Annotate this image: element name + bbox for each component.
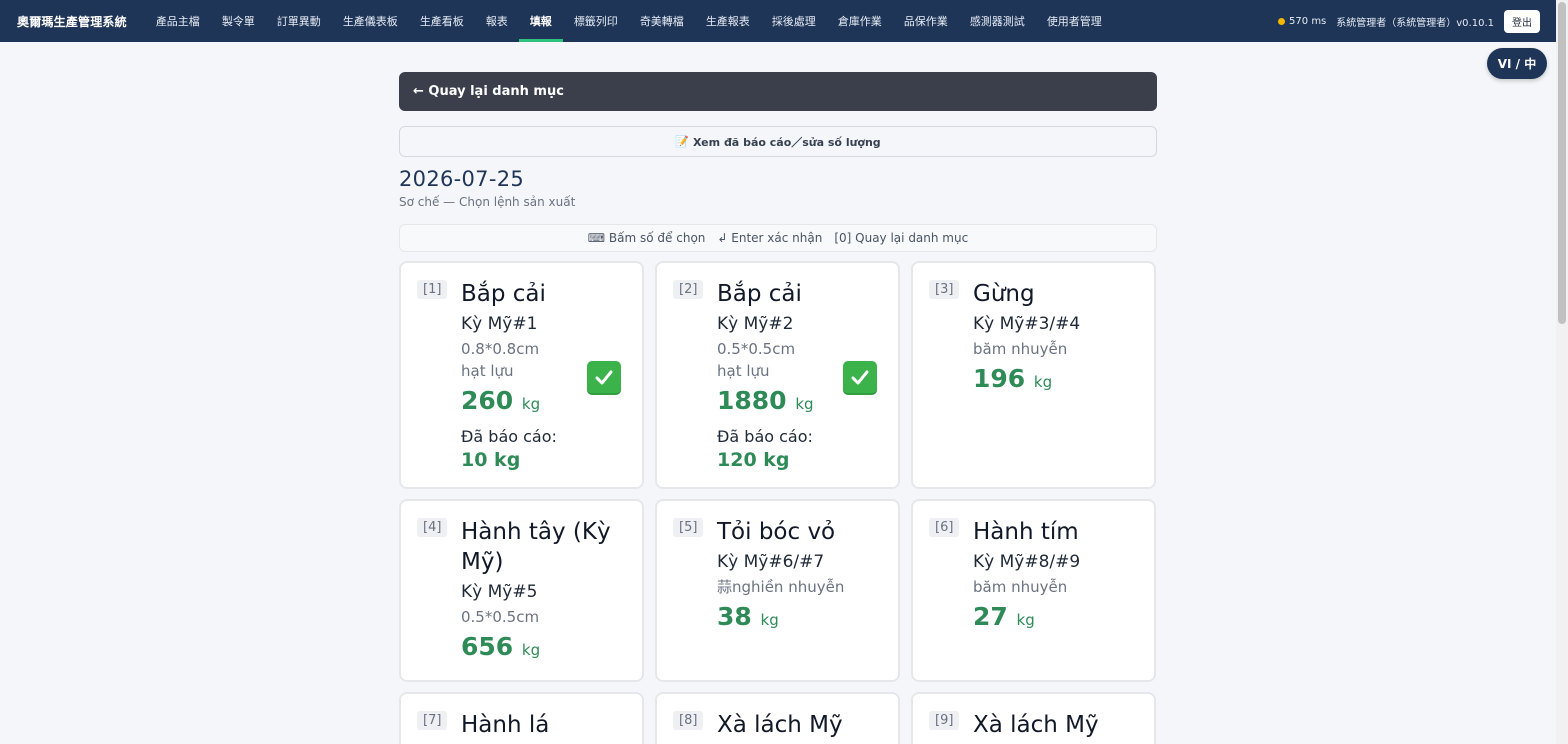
work-order-card[interactable]: [1] Bắp cải Kỳ Mỹ#1 0.8*0.8cm hạt lựu 26… — [399, 261, 644, 489]
hint-back-to-menu: [0] Quay lại danh mục — [834, 231, 969, 245]
card-code: Kỳ Mỹ#1 — [461, 314, 538, 334]
status-dot-icon — [1278, 17, 1286, 25]
card-spec: băm nhuyễn — [973, 578, 1068, 596]
page-scrollbar[interactable] — [1556, 0, 1568, 744]
card-quantity: 656 kg — [461, 632, 541, 661]
card-number: [3] — [929, 280, 960, 299]
card-title: Bắp cải — [717, 281, 802, 307]
main-content: ← Quay lại danh mục 📝 Xem đã báo cáo／sửa… — [399, 72, 1157, 744]
card-reported-label: Đã báo cáo: — [717, 427, 813, 446]
keyboard-hint-bar: ⌨ Bấm số để chọn ↲ Enter xác nhận [0] Qu… — [399, 224, 1157, 252]
card-reported-value: 10 kg — [461, 449, 521, 471]
nav-item-warehouse[interactable]: 倉庫作業 — [827, 0, 893, 42]
card-title: Hành tím — [973, 519, 1079, 545]
card-title: Bắp cải — [461, 281, 546, 307]
memo-icon: 📝 — [675, 135, 689, 148]
card-spec: 蒜nghiền nhuyễn — [717, 578, 845, 596]
nav-item-chimei-convert[interactable]: 奇美轉檔 — [629, 0, 695, 42]
nav-item-work-orders[interactable]: 製令單 — [211, 0, 266, 42]
card-spec: 0.5*0.5cm — [461, 608, 540, 626]
nav-item-product-master[interactable]: 產品主檔 — [145, 0, 211, 42]
top-nav: 奧爾瑪生產管理系統 產品主檔 製令單 訂單異動 生產儀表板 生產看板 報表 填報… — [0, 0, 1556, 42]
nav-menu: 產品主檔 製令單 訂單異動 生產儀表板 生產看板 報表 填報 標籤列印 奇美轉檔… — [145, 0, 1113, 42]
card-code: Kỳ Mỹ#5 — [461, 582, 538, 602]
nav-item-user-admin[interactable]: 使用者管理 — [1036, 0, 1113, 42]
nav-item-label-print[interactable]: 標籤列印 — [563, 0, 629, 42]
nav-item-sensor-test[interactable]: 感測器測試 — [959, 0, 1036, 42]
view-reported-label: Xem đã báo cáo／sửa số lượng — [693, 135, 881, 149]
card-number: [4] — [417, 518, 448, 537]
work-order-card[interactable]: [5] Tỏi bóc vỏ Kỳ Mỹ#6/#7 蒜nghiền nhuyễn… — [655, 499, 900, 682]
card-number: [7] — [417, 711, 448, 730]
card-spec: 0.5*0.5cm hạt lựu — [717, 340, 796, 380]
latency-indicator: 570 ms — [1278, 16, 1326, 27]
card-quantity: 38 kg — [717, 602, 779, 631]
card-quantity: 196 kg — [973, 364, 1053, 393]
work-order-card[interactable]: [7] Hành lá — [399, 692, 644, 744]
work-order-card[interactable]: [4] Hành tây (Kỳ Mỹ) Kỳ Mỹ#5 0.5*0.5cm 6… — [399, 499, 644, 682]
language-toggle-button[interactable]: VI / 中 — [1487, 48, 1547, 79]
card-title: Hành tây (Kỳ Mỹ) — [461, 519, 611, 575]
current-user: 系統管理者（系統管理者）v0.10.1 — [1336, 17, 1494, 29]
check-mark-icon — [843, 361, 877, 395]
card-title: Xà lách Mỹ — [973, 712, 1099, 738]
card-title: Xà lách Mỹ — [717, 712, 843, 738]
card-reported-label: Đã báo cáo: — [461, 427, 557, 446]
card-quantity: 27 kg — [973, 602, 1035, 631]
latency-value: 570 ms — [1289, 15, 1327, 27]
nav-item-quality[interactable]: 品保作業 — [893, 0, 959, 42]
nav-item-post-harvest[interactable]: 採後處理 — [761, 0, 827, 42]
card-title: Hành lá — [461, 712, 550, 738]
nav-item-fill-report[interactable]: 填報 — [518, 0, 563, 42]
nav-status: 570 ms 系統管理者（系統管理者）v0.10.1 登出 — [1278, 9, 1540, 33]
card-code: Kỳ Mỹ#2 — [717, 314, 794, 334]
card-number: [8] — [673, 711, 704, 730]
card-title: Tỏi bóc vỏ — [717, 519, 836, 545]
work-order-card[interactable]: [6] Hành tím Kỳ Mỹ#8/#9 băm nhuyễn 27 kg — [911, 499, 1156, 682]
card-number: [6] — [929, 518, 960, 537]
card-code: Kỳ Mỹ#8/#9 — [973, 552, 1081, 572]
card-title: Gừng — [973, 281, 1035, 307]
card-quantity: 1880 kg — [717, 386, 814, 415]
work-order-card[interactable]: [2] Bắp cải Kỳ Mỹ#2 0.5*0.5cm hạt lựu 18… — [655, 261, 900, 489]
view-reported-button[interactable]: 📝 Xem đã báo cáo／sửa số lượng — [399, 126, 1157, 157]
nav-item-reports[interactable]: 報表 — [475, 0, 519, 42]
page-subtitle: Sơ chế — Chọn lệnh sản xuất — [399, 195, 576, 209]
nav-item-production-board[interactable]: 生產看板 — [409, 0, 475, 42]
check-mark-icon — [587, 361, 621, 395]
page-date: 2026-07-25 — [399, 167, 525, 191]
app-brand[interactable]: 奧爾瑪生產管理系統 — [17, 13, 127, 30]
hint-enter-confirm: ↲ Enter xác nhận — [717, 231, 823, 245]
card-reported-value: 120 kg — [717, 449, 790, 471]
nav-item-order-changes[interactable]: 訂單異動 — [266, 0, 332, 42]
card-quantity: 260 kg — [461, 386, 541, 415]
card-spec: 0.8*0.8cm hạt lựu — [461, 340, 540, 380]
card-number: [5] — [673, 518, 704, 537]
card-number: [9] — [929, 711, 960, 730]
work-order-card[interactable]: [3] Gừng Kỳ Mỹ#3/#4 băm nhuyễn 196 kg — [911, 261, 1156, 489]
card-spec: băm nhuyễn — [973, 340, 1068, 358]
logout-button[interactable]: 登出 — [1504, 9, 1540, 33]
card-code: Kỳ Mỹ#3/#4 — [973, 314, 1081, 334]
card-number: [2] — [673, 280, 704, 299]
back-to-menu-button[interactable]: ← Quay lại danh mục — [399, 72, 1157, 111]
nav-item-production-report[interactable]: 生產報表 — [695, 0, 761, 42]
card-code: Kỳ Mỹ#6/#7 — [717, 552, 825, 572]
nav-item-production-dashboard[interactable]: 生產儀表板 — [332, 0, 409, 42]
scrollbar-thumb[interactable] — [1558, 2, 1566, 324]
work-order-card[interactable]: [8] Xà lách Mỹ — [655, 692, 900, 744]
work-order-card[interactable]: [9] Xà lách Mỹ — [911, 692, 1156, 744]
hint-number-select: ⌨ Bấm số để chọn — [587, 231, 706, 245]
card-number: [1] — [417, 280, 448, 299]
